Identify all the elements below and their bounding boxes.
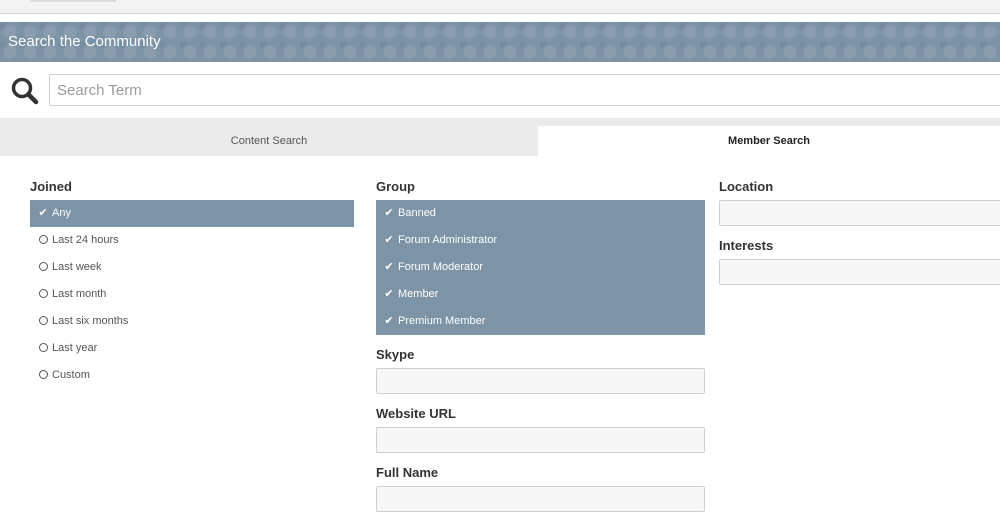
- top-gap: [0, 14, 1000, 22]
- search-header: Search the Community: [0, 22, 1000, 62]
- group-option-banned[interactable]: ✔ Banned: [376, 200, 705, 227]
- check-icon: ✔: [384, 207, 394, 219]
- option-label: Last week: [52, 261, 102, 273]
- joined-option-last-24-hours[interactable]: Last 24 hours: [30, 227, 354, 254]
- joined-option-last-week[interactable]: Last week: [30, 254, 354, 281]
- interests-label: Interests: [719, 238, 774, 253]
- joined-option-last-month[interactable]: Last month: [30, 281, 354, 308]
- joined-option-last-year[interactable]: Last year: [30, 335, 354, 362]
- radio-icon: [37, 362, 49, 389]
- joined-label: Joined: [30, 179, 72, 194]
- group-label: Group: [376, 179, 415, 194]
- top-bar: [0, 0, 1000, 14]
- option-label: Custom: [52, 369, 90, 381]
- option-label: Premium Member: [398, 315, 486, 327]
- skype-label: Skype: [376, 347, 415, 362]
- group-option-forum-moderator[interactable]: ✔ Forum Moderator: [376, 254, 705, 281]
- location-field[interactable]: [719, 200, 1000, 226]
- option-label: Last year: [52, 342, 98, 354]
- option-label: Any: [52, 207, 71, 219]
- radio-icon: [37, 254, 49, 281]
- option-label: Banned: [398, 207, 436, 219]
- radio-icon: [37, 281, 49, 308]
- search-tabs: Content Search Member Search: [0, 118, 1000, 156]
- check-icon: ✔: [384, 234, 394, 246]
- radio-icon: [37, 227, 49, 254]
- website-url-label: Website URL: [376, 406, 456, 421]
- tab-content-search[interactable]: Content Search: [0, 126, 538, 156]
- skype-field[interactable]: [376, 368, 705, 394]
- page-title: Search the Community: [8, 33, 161, 50]
- option-label: Last six months: [52, 315, 129, 327]
- option-label: Member: [398, 288, 439, 300]
- option-label: Forum Moderator: [398, 261, 483, 273]
- top-bar-stub: [30, 0, 116, 2]
- joined-option-last-six-months[interactable]: Last six months: [30, 308, 354, 335]
- joined-option-any[interactable]: ✔ Any: [30, 200, 354, 227]
- website-url-field[interactable]: [376, 427, 705, 453]
- option-label: Forum Administrator: [398, 234, 498, 246]
- full-name-field[interactable]: [376, 486, 705, 512]
- check-icon: ✔: [384, 288, 394, 300]
- check-icon: ✔: [384, 315, 394, 327]
- search-row: [0, 62, 1000, 118]
- radio-icon: [37, 335, 49, 362]
- search-icon[interactable]: [10, 76, 40, 106]
- group-option-member[interactable]: ✔ Member: [376, 281, 705, 308]
- search-input[interactable]: [49, 74, 1000, 106]
- option-label: Last month: [52, 288, 107, 300]
- check-icon: ✔: [384, 261, 394, 273]
- location-label: Location: [719, 179, 774, 194]
- joined-option-custom[interactable]: Custom: [30, 362, 354, 389]
- full-name-label: Full Name: [376, 465, 439, 480]
- tab-member-search[interactable]: Member Search: [538, 126, 1000, 156]
- group-option-premium-member[interactable]: ✔ Premium Member: [376, 308, 705, 335]
- check-icon: ✔: [38, 207, 48, 219]
- interests-field[interactable]: [719, 259, 1000, 285]
- radio-icon: [37, 308, 49, 335]
- group-option-forum-administrator[interactable]: ✔ Forum Administrator: [376, 227, 705, 254]
- option-label: Last 24 hours: [52, 234, 119, 246]
